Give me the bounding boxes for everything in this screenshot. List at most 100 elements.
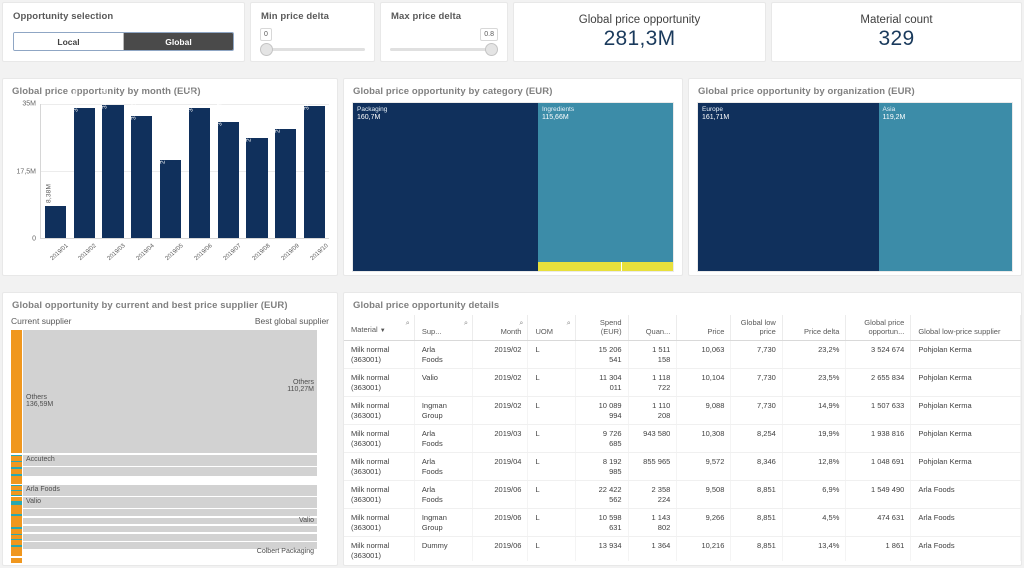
details-table-cell-spend[interactable]: 11 304 011 [575, 368, 629, 397]
sankey-right-node[interactable] [11, 491, 22, 496]
details-table-cell-uom[interactable]: L [527, 396, 576, 425]
details-table-cell-supplier[interactable]: Ingman Group [414, 396, 474, 425]
table-row[interactable]: Milk normal (363001) Arla Foods 2019/06 L 22 4… [344, 480, 1021, 509]
max-price-delta-track[interactable] [390, 48, 498, 51]
details-table-cell-spend[interactable]: 10 598 631 [575, 508, 629, 537]
bar-chart-bar[interactable]: 8,38M [44, 184, 67, 238]
details-table-cell-opp[interactable]: 1 861 [845, 536, 912, 561]
details-table-cell-opp[interactable]: 1 048 691 [845, 452, 912, 481]
bar-chart-x-tick[interactable]: 2019/01 [44, 241, 69, 271]
details-table-header-material[interactable]: ⌕ Material ▼ [344, 315, 415, 341]
treemap-cell-minor-1[interactable] [537, 262, 622, 271]
bar-chart-bar[interactable]: 34,01M [188, 89, 211, 238]
sankey-right-node[interactable] [11, 529, 22, 534]
details-table-cell-price[interactable]: 10,216 [676, 536, 732, 561]
sankey-right-node[interactable] [11, 462, 22, 468]
details-table-cell-delta[interactable]: 4,5% [782, 508, 847, 537]
details-table-header-low_price[interactable]: Global low price [730, 315, 783, 341]
bar-chart-bar[interactable]: 33,86M [73, 89, 95, 238]
details-table-cell-opp[interactable]: 1 507 633 [845, 396, 912, 425]
details-table-cell-price[interactable]: 9,088 [676, 396, 732, 425]
details-table-cell-material[interactable]: Milk normal (363001) [344, 396, 415, 425]
treemap-cell-asia[interactable]: Asia 119,2M [878, 103, 1012, 271]
details-table-cell-month[interactable]: 2019/02 [472, 340, 529, 369]
details-table-cell-month[interactable]: 2019/06 [472, 536, 529, 561]
opportunity-global-button[interactable]: Global [124, 33, 233, 50]
table-row[interactable]: Milk normal (363001) Ingman Group 2019/02 L 10… [344, 396, 1021, 425]
details-table-cell-supplier[interactable]: Arla Foods [414, 340, 474, 369]
max-price-delta-slider[interactable]: 0.8 [390, 28, 498, 60]
details-table-cell-spend[interactable]: 13 934 [575, 536, 629, 561]
details-table-cell-delta[interactable]: 23,2% [782, 340, 847, 369]
details-table-cell-month[interactable]: 2019/06 [472, 480, 529, 509]
bar-chart-bar-column[interactable]: 26,03M [246, 104, 268, 238]
details-table-cell-low_price[interactable]: 7,730 [730, 340, 783, 369]
details-table-cell-price[interactable]: 10,063 [676, 340, 732, 369]
sankey-right-node[interactable] [11, 486, 22, 491]
details-table-cell-quantity[interactable]: 943 580 [628, 424, 678, 453]
treemap-cell-packaging[interactable]: Packaging 160,7M [353, 103, 538, 271]
search-icon[interactable]: ⌕ [406, 318, 410, 327]
details-table-cell-supplier2[interactable]: Pohjolan Kerma [910, 396, 1021, 425]
details-table-header-spend[interactable]: Spend (EUR) [575, 315, 629, 341]
details-table-cell-supplier2[interactable]: Pohjolan Kerma [910, 340, 1021, 369]
sankey-right-node[interactable] [11, 516, 22, 527]
details-table-cell-material[interactable]: Milk normal (363001) [344, 368, 415, 397]
details-table-cell-uom[interactable]: L [527, 452, 576, 481]
details-table-cell-delta[interactable]: 6,9% [782, 480, 847, 509]
details-table-header-supplier2[interactable]: Global low-price supplier [910, 315, 1021, 341]
details-table-cell-supplier[interactable]: Arla Foods [414, 424, 474, 453]
table-row[interactable]: Milk normal (363001) Arla Foods 2019/04 L 8 19… [344, 452, 1021, 481]
details-table-header-uom[interactable]: ⌕ UOM [527, 315, 576, 341]
details-table-cell-uom[interactable]: L [527, 424, 576, 453]
details-table-cell-low_price[interactable]: 8,851 [730, 536, 783, 561]
details-table-cell-supplier[interactable]: Valio [414, 368, 474, 397]
min-price-delta-slider[interactable]: 0 [260, 28, 365, 60]
details-table-cell-opp[interactable]: 3 524 674 [845, 340, 912, 369]
details-table-cell-delta[interactable]: 23,5% [782, 368, 847, 397]
sankey-right-node[interactable] [11, 535, 22, 539]
bar-chart-bar-column[interactable]: 30,18M [217, 104, 239, 238]
details-table-cell-delta[interactable]: 19,9% [782, 424, 847, 453]
table-row[interactable]: Milk normal (363001) Ingman Group 2019/06 L 10… [344, 508, 1021, 537]
details-table-header-delta[interactable]: Price delta [782, 315, 847, 341]
details-table-cell-month[interactable]: 2019/02 [472, 396, 529, 425]
details-table-cell-supplier2[interactable]: Arla Foods [910, 536, 1021, 561]
treemap-cell-europe[interactable]: Europe 161,71M [698, 103, 879, 271]
search-icon[interactable]: ⌕ [464, 318, 468, 327]
sankey-right-node[interactable] [11, 455, 22, 461]
bar-chart-bar[interactable]: 31,86M [130, 97, 153, 238]
bar-chart-bar-column[interactable]: 20,47M [159, 104, 182, 238]
details-table-cell-supplier2[interactable]: Pohjolan Kerma [910, 424, 1021, 453]
details-table-cell-price[interactable]: 10,104 [676, 368, 732, 397]
bar-chart-bar[interactable]: 34,65M [102, 86, 124, 238]
details-table-cell-quantity[interactable]: 855 965 [628, 452, 678, 481]
bar-chart-bar[interactable]: 26,03M [246, 119, 268, 238]
details-table-cell-low_price[interactable]: 7,730 [730, 396, 783, 425]
details-table-cell-uom[interactable]: L [527, 368, 576, 397]
details-table-header-price[interactable]: Price [676, 315, 732, 341]
details-table-cell-material[interactable]: Milk normal (363001) [344, 424, 415, 453]
details-table-header-opp[interactable]: Global price opportun... [845, 315, 912, 341]
details-table-cell-month[interactable]: 2019/03 [472, 424, 529, 453]
bar-chart-bar-column[interactable]: 34,65M [102, 86, 124, 238]
details-table-cell-spend[interactable]: 15 206 541 [575, 340, 629, 369]
details-table-cell-spend[interactable]: 10 089 994 [575, 396, 629, 425]
details-table-cell-quantity[interactable]: 2 358 224 [628, 480, 678, 509]
sankey-right-node[interactable] [11, 558, 22, 564]
bar-chart-bar-column[interactable]: 8,38M [44, 104, 67, 238]
details-table-cell-low_price[interactable]: 7,730 [730, 368, 783, 397]
details-table-cell-quantity[interactable]: 1 118 722 [628, 368, 678, 397]
details-table-cell-month[interactable]: 2019/04 [472, 452, 529, 481]
details-table-header-month[interactable]: ⌕ Month [472, 315, 529, 341]
details-table-cell-supplier2[interactable]: Pohjolan Kerma [910, 368, 1021, 397]
sankey-right-node[interactable] [11, 496, 22, 501]
details-table-cell-quantity[interactable]: 1 110 208 [628, 396, 678, 425]
details-table-header-supplier[interactable]: ⌕ Sup... [414, 315, 474, 341]
min-price-delta-track[interactable] [260, 48, 365, 51]
details-table-cell-uom[interactable]: L [527, 480, 576, 509]
bar-chart-bar[interactable]: 20,47M [159, 141, 182, 238]
details-table-cell-spend[interactable]: 22 422 562 [575, 480, 629, 509]
details-table-cell-uom[interactable]: L [527, 508, 576, 537]
details-table-cell-supplier2[interactable]: Arla Foods [910, 480, 1021, 509]
